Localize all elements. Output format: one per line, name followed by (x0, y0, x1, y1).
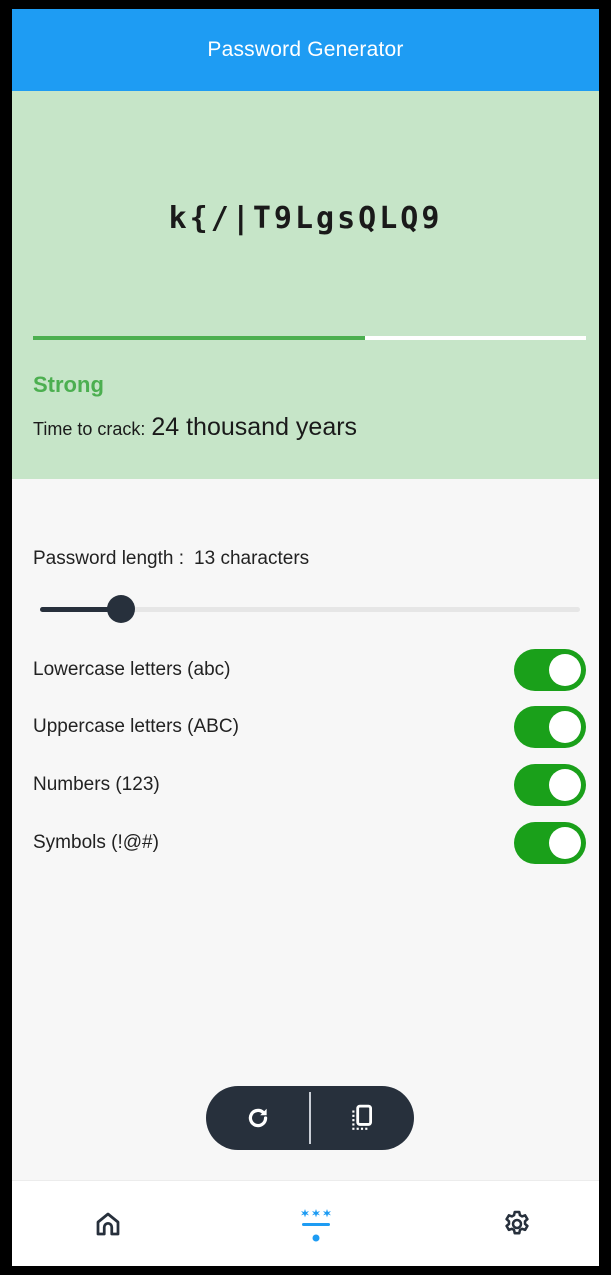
option-symbols: Symbols (!@#) (33, 820, 586, 866)
crack-time-label: Time to crack: (33, 419, 146, 439)
password-result-panel: k{/|T9LgsQLQ9 Strong Time to crack: 24 t… (12, 91, 599, 479)
option-uppercase-label: Uppercase letters (ABC) (33, 716, 239, 737)
option-lowercase-toggle[interactable] (514, 649, 586, 691)
action-divider (309, 1092, 311, 1144)
option-uppercase-toggle[interactable] (514, 706, 586, 748)
bottom-navigation (12, 1180, 599, 1266)
nav-generator[interactable] (286, 1199, 346, 1249)
app-title: Password Generator (207, 38, 404, 61)
strength-meter (33, 336, 586, 340)
option-lowercase-label: Lowercase letters (abc) (33, 659, 231, 680)
nav-settings[interactable] (487, 1199, 547, 1249)
option-numbers: Numbers (123) (33, 762, 586, 808)
option-symbols-label: Symbols (!@#) (33, 832, 159, 853)
option-uppercase: Uppercase letters (ABC) (33, 704, 586, 750)
generator-icon (301, 1209, 331, 1242)
home-icon (96, 1212, 120, 1236)
toggle-knob (549, 711, 581, 743)
toggle-knob (549, 827, 581, 859)
refresh-icon (248, 1108, 268, 1128)
option-symbols-toggle[interactable] (514, 822, 586, 864)
copy-icon (352, 1104, 373, 1130)
strength-label: Strong (33, 372, 104, 397)
password-length-row: Password length : 13 characters (33, 548, 309, 570)
app-bar: Password Generator (12, 9, 599, 91)
toggle-knob (549, 654, 581, 686)
length-slider-thumb[interactable] (107, 595, 135, 623)
option-lowercase: Lowercase letters (abc) (33, 647, 586, 693)
device-frame: Password Generator k{/|T9LgsQLQ9 Strong … (0, 0, 611, 1275)
generated-password[interactable]: k{/|T9LgsQLQ9 (12, 201, 599, 236)
nav-home[interactable] (78, 1199, 138, 1249)
password-length-label: Password length : (33, 548, 185, 569)
option-numbers-label: Numbers (123) (33, 774, 160, 795)
crack-time-value: 24 thousand years (151, 413, 358, 441)
action-pill (206, 1086, 414, 1150)
gear-icon (505, 1210, 529, 1235)
copy-button[interactable] (310, 1086, 414, 1150)
strength-meter-fill (33, 336, 365, 340)
crack-time-row: Time to crack: 24 thousand years (33, 413, 357, 442)
length-slider[interactable] (40, 595, 580, 623)
regenerate-button[interactable] (206, 1086, 310, 1150)
option-numbers-toggle[interactable] (514, 764, 586, 806)
password-length-value: 13 characters (194, 548, 310, 569)
toggle-knob (549, 769, 581, 801)
app-screen: Password Generator k{/|T9LgsQLQ9 Strong … (12, 9, 599, 1266)
